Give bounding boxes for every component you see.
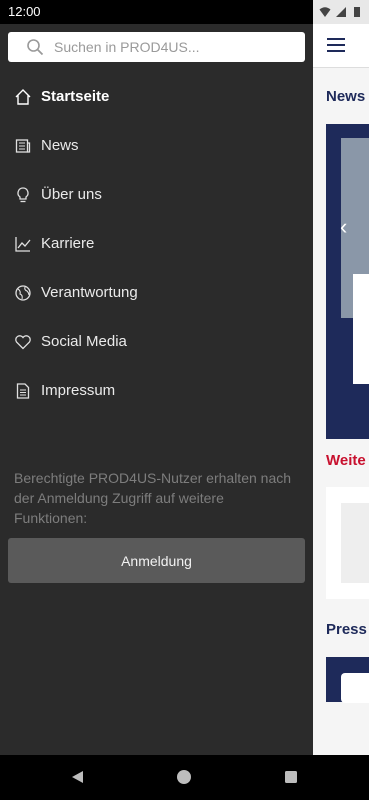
newspaper-icon [14, 137, 32, 155]
navigation-drawer: Startseite News Über uns Karriere Verant… [0, 24, 313, 755]
menu-item-label: Über uns [41, 186, 102, 203]
menu-item-impressum[interactable]: Impressum [0, 366, 313, 415]
drawer-menu: Startseite News Über uns Karriere Verant… [0, 72, 313, 415]
more-card[interactable] [326, 487, 369, 599]
section-title-press: Press [326, 621, 367, 638]
section-title-news: News [326, 88, 366, 105]
back-icon[interactable] [69, 768, 87, 786]
recents-icon[interactable] [282, 768, 300, 786]
menu-item-label: Impressum [41, 382, 116, 399]
document-icon [14, 382, 32, 400]
globe-icon [14, 284, 32, 302]
menu-item-label: Social Media [41, 333, 127, 350]
menu-item-startseite[interactable]: Startseite [0, 72, 313, 121]
menu-item-label: Startseite [41, 88, 110, 105]
menu-item-label: Karriere [41, 235, 95, 252]
menu-item-karriere[interactable]: Karriere [0, 219, 313, 268]
section-title-more: Weite [326, 452, 366, 469]
background-app: News ‹ Weite Press [313, 24, 369, 755]
system-nav-bar [0, 755, 369, 800]
home-icon [14, 88, 32, 106]
search-icon [26, 38, 44, 56]
login-info-text: Berechtigte PROD4US-Nutzer erhalten nach… [14, 470, 292, 526]
search-input[interactable] [54, 36, 294, 58]
menu-item-social-media[interactable]: Social Media [0, 317, 313, 366]
menu-item-news[interactable]: News [0, 121, 313, 170]
wifi-icon [319, 5, 331, 17]
chevron-left-icon[interactable]: ‹ [340, 214, 347, 240]
battery-icon [351, 5, 363, 17]
carousel-card [353, 274, 369, 384]
home-button-icon[interactable] [175, 768, 193, 786]
signal-icon [335, 5, 347, 17]
heart-icon [14, 333, 32, 351]
news-carousel[interactable]: ‹ [326, 124, 369, 439]
menu-item-label: Verantwortung [41, 284, 138, 301]
status-bar: 12:00 [0, 0, 369, 24]
app-top-bar [313, 24, 369, 68]
status-icons [319, 5, 363, 17]
search-bar[interactable] [8, 32, 305, 62]
status-time: 12:00 [8, 4, 41, 19]
press-card[interactable] [326, 657, 369, 703]
lightbulb-icon [14, 186, 32, 204]
menu-item-verantwortung[interactable]: Verantwortung [0, 268, 313, 317]
menu-icon[interactable] [327, 38, 345, 52]
login-button[interactable]: Anmeldung [8, 538, 305, 583]
menu-item-ueber-uns[interactable]: Über uns [0, 170, 313, 219]
menu-item-label: News [41, 137, 79, 154]
chart-line-icon [14, 235, 32, 253]
